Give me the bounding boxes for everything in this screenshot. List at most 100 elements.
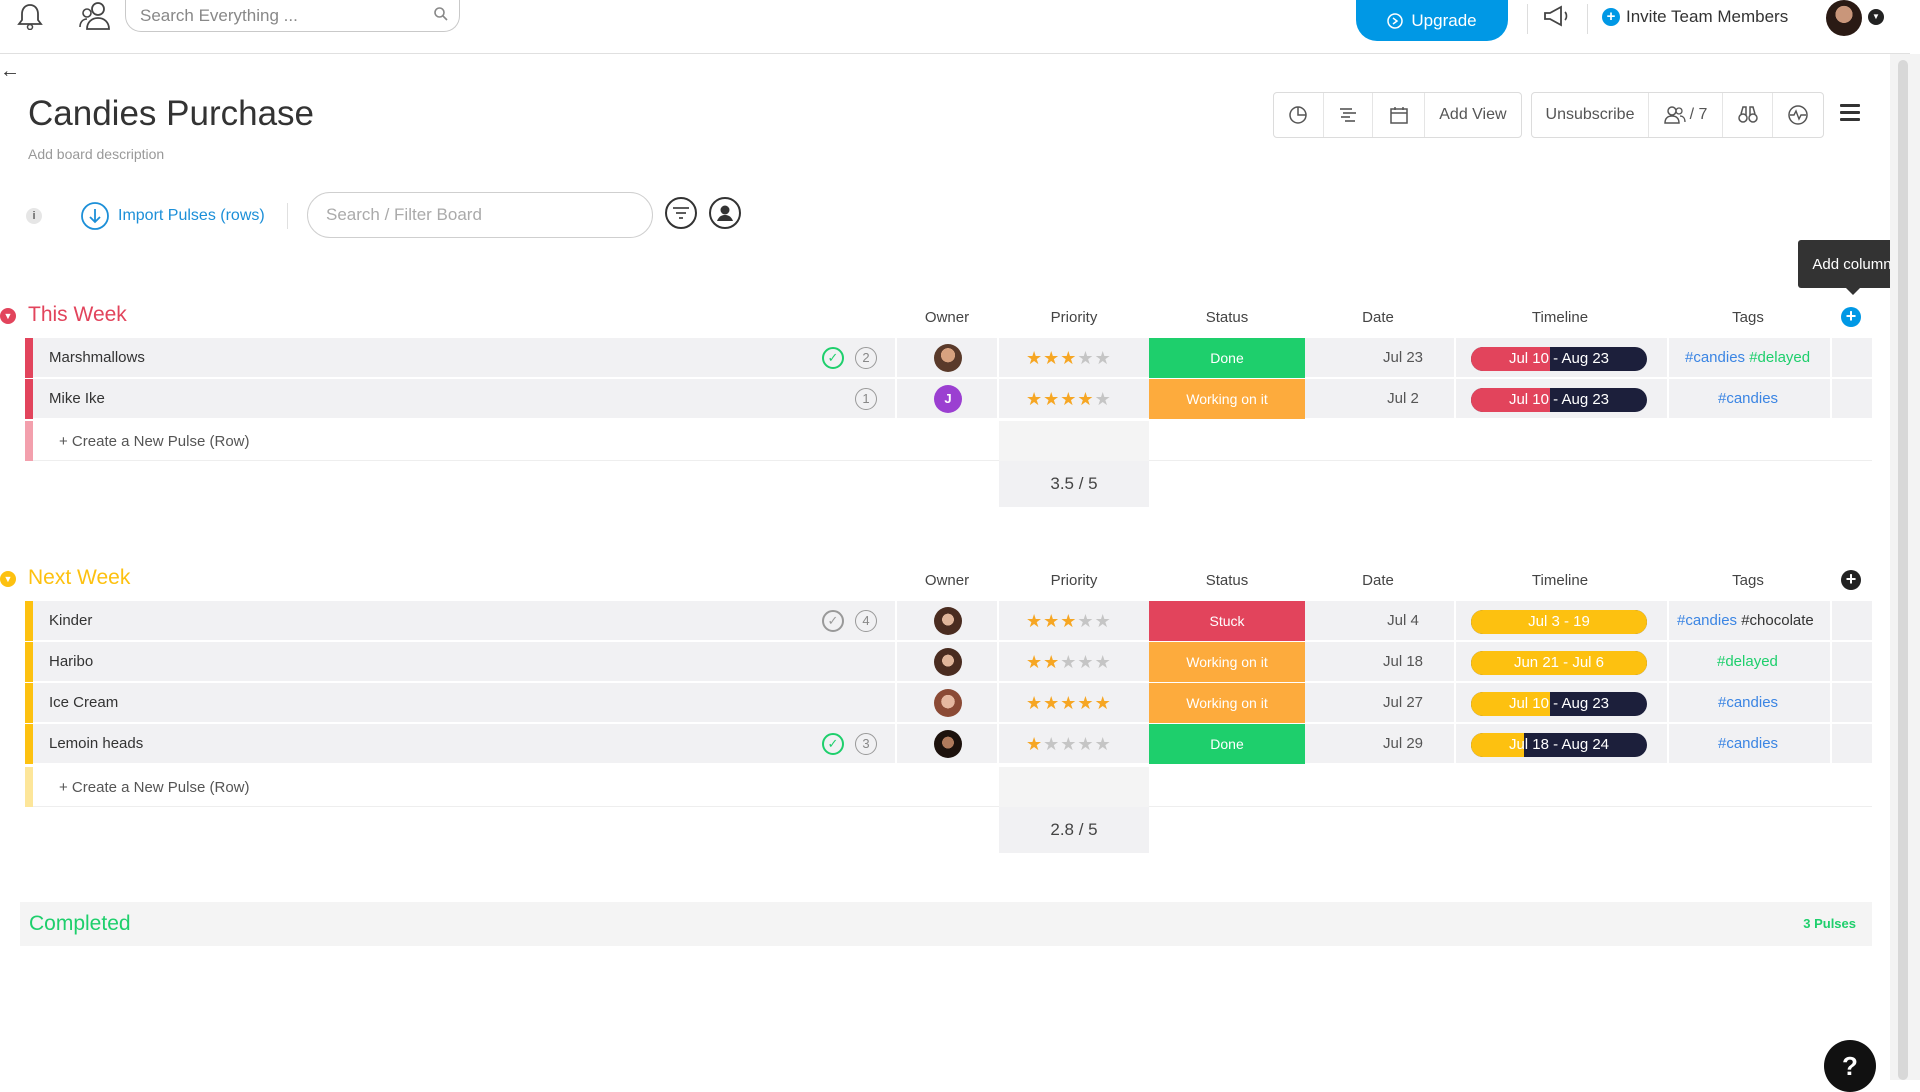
timeline-bar[interactable]: Jul 3 - 19 bbox=[1471, 610, 1647, 634]
column-header-owner[interactable]: Owner bbox=[912, 572, 982, 589]
tags-cell[interactable]: #candies bbox=[1718, 694, 1778, 711]
star-icon[interactable]: ★ bbox=[1077, 389, 1094, 409]
table-row[interactable]: Lemoin heads ✓ 3 ★★★★★ Done Jul 29 Jul 1… bbox=[25, 724, 1872, 764]
search-filter-board-input[interactable]: Search / Filter Board bbox=[307, 192, 653, 238]
priority-rating[interactable]: ★★★★★ bbox=[1026, 611, 1112, 632]
team-icon[interactable] bbox=[78, 0, 112, 32]
star-icon[interactable]: ★ bbox=[1060, 348, 1077, 368]
create-pulse-row[interactable]: + Create a New Pulse (Row) bbox=[25, 767, 1872, 807]
group-title[interactable]: Next Week bbox=[28, 566, 130, 590]
priority-rating[interactable]: ★★★★★ bbox=[1026, 348, 1112, 369]
back-arrow-icon[interactable]: ← bbox=[0, 60, 20, 83]
status-cell[interactable]: Done bbox=[1149, 724, 1305, 764]
chevron-down-icon[interactable]: ▼ bbox=[1868, 9, 1884, 25]
star-icon[interactable]: ★ bbox=[1026, 611, 1043, 631]
column-header-status[interactable]: Status bbox=[1177, 572, 1277, 589]
owner-avatar[interactable]: J bbox=[934, 385, 962, 413]
date-cell[interactable]: Jul 2 bbox=[1353, 390, 1453, 407]
timeline-bar[interactable]: Jul 10 - Aug 23 bbox=[1471, 388, 1647, 412]
chevron-down-icon[interactable]: ▼ bbox=[0, 571, 16, 587]
status-cell[interactable]: Stuck bbox=[1149, 601, 1305, 641]
star-icon[interactable]: ★ bbox=[1095, 348, 1112, 368]
star-icon[interactable]: ★ bbox=[1043, 389, 1060, 409]
column-header-tags[interactable]: Tags bbox=[1698, 572, 1798, 589]
column-header-date[interactable]: Date bbox=[1328, 309, 1428, 326]
chart-view-button[interactable] bbox=[1274, 93, 1324, 137]
star-icon[interactable]: ★ bbox=[1077, 693, 1094, 713]
tags-cell[interactable]: #candies bbox=[1718, 735, 1778, 752]
star-icon[interactable]: ★ bbox=[1077, 734, 1094, 754]
unsubscribe-button[interactable]: Unsubscribe bbox=[1532, 93, 1649, 137]
star-icon[interactable]: ★ bbox=[1095, 693, 1112, 713]
updates-count[interactable]: 2 bbox=[855, 347, 877, 369]
timeline-bar[interactable]: Jul 10 - Aug 23 bbox=[1471, 692, 1647, 716]
date-cell[interactable]: Jul 18 bbox=[1353, 653, 1453, 670]
import-pulses-button[interactable]: Import Pulses (rows) bbox=[80, 201, 265, 231]
pulse-name[interactable]: Marshmallows bbox=[49, 349, 145, 366]
priority-rating[interactable]: ★★★★★ bbox=[1026, 693, 1112, 714]
column-header-priority[interactable]: Priority bbox=[1024, 309, 1124, 326]
updates-count[interactable]: 4 bbox=[855, 610, 877, 632]
star-icon[interactable]: ★ bbox=[1043, 652, 1060, 672]
info-icon[interactable]: i bbox=[26, 208, 42, 224]
group-title[interactable]: Completed bbox=[29, 912, 131, 936]
add-view-button[interactable]: Add View bbox=[1425, 93, 1521, 137]
star-icon[interactable]: ★ bbox=[1026, 389, 1043, 409]
star-icon[interactable]: ★ bbox=[1095, 611, 1112, 631]
owner-avatar[interactable] bbox=[934, 607, 962, 635]
star-icon[interactable]: ★ bbox=[1077, 611, 1094, 631]
star-icon[interactable]: ★ bbox=[1060, 611, 1077, 631]
star-icon[interactable]: ★ bbox=[1026, 348, 1043, 368]
pulse-name[interactable]: Haribo bbox=[49, 653, 93, 670]
date-cell[interactable]: Jul 23 bbox=[1353, 349, 1453, 366]
add-column-button[interactable]: + bbox=[1841, 307, 1861, 327]
tag[interactable]: #chocolate bbox=[1741, 612, 1814, 629]
group-title[interactable]: This Week bbox=[28, 303, 127, 327]
star-icon[interactable]: ★ bbox=[1060, 389, 1077, 409]
tag[interactable]: #candies bbox=[1718, 735, 1778, 752]
tag[interactable]: #delayed bbox=[1749, 349, 1810, 366]
star-icon[interactable]: ★ bbox=[1043, 348, 1060, 368]
star-icon[interactable]: ★ bbox=[1026, 734, 1043, 754]
star-icon[interactable]: ★ bbox=[1043, 611, 1060, 631]
create-pulse-label[interactable]: + Create a New Pulse (Row) bbox=[59, 433, 250, 450]
star-icon[interactable]: ★ bbox=[1043, 734, 1060, 754]
table-row[interactable]: Ice Cream ★★★★★ Working on it Jul 27 Jul… bbox=[25, 683, 1872, 723]
menu-icon[interactable] bbox=[1840, 104, 1860, 125]
pulse-name[interactable]: Lemoin heads bbox=[49, 735, 143, 752]
scrollbar-thumb[interactable] bbox=[1898, 60, 1908, 1080]
table-row[interactable]: Marshmallows ✓ 2 ★★★★★ Done Jul 23 Jul 1… bbox=[25, 338, 1872, 378]
star-icon[interactable]: ★ bbox=[1095, 652, 1112, 672]
announcement-icon[interactable] bbox=[1540, 0, 1572, 32]
column-header-timeline[interactable]: Timeline bbox=[1510, 309, 1610, 326]
search-everything-input[interactable]: Search Everything ... bbox=[125, 0, 460, 32]
priority-rating[interactable]: ★★★★★ bbox=[1026, 734, 1112, 755]
filter-icon[interactable] bbox=[665, 197, 697, 229]
star-icon[interactable]: ★ bbox=[1077, 652, 1094, 672]
timeline-view-button[interactable] bbox=[1324, 93, 1374, 137]
tags-cell[interactable]: #candies #chocolate bbox=[1677, 612, 1814, 629]
chevron-down-icon[interactable]: ▼ bbox=[0, 308, 16, 324]
tags-cell[interactable]: #candies bbox=[1718, 390, 1778, 407]
tag[interactable]: #candies bbox=[1677, 612, 1737, 629]
column-header-timeline[interactable]: Timeline bbox=[1510, 572, 1610, 589]
star-icon[interactable]: ★ bbox=[1026, 652, 1043, 672]
star-icon[interactable]: ★ bbox=[1060, 652, 1077, 672]
pulse-name[interactable]: Ice Cream bbox=[49, 694, 118, 711]
timeline-bar[interactable]: Jul 10 - Aug 23 bbox=[1471, 347, 1647, 371]
tag[interactable]: #candies bbox=[1718, 390, 1778, 407]
owner-avatar[interactable] bbox=[934, 730, 962, 758]
status-cell[interactable]: Working on it bbox=[1149, 379, 1305, 419]
column-header-owner[interactable]: Owner bbox=[912, 309, 982, 326]
activity-button[interactable] bbox=[1773, 93, 1823, 137]
column-header-status[interactable]: Status bbox=[1177, 309, 1277, 326]
check-icon[interactable]: ✓ bbox=[822, 610, 844, 632]
person-filter-icon[interactable] bbox=[709, 197, 741, 229]
help-button[interactable]: ? bbox=[1824, 1040, 1876, 1092]
star-icon[interactable]: ★ bbox=[1060, 734, 1077, 754]
user-avatar[interactable] bbox=[1826, 0, 1862, 36]
star-icon[interactable]: ★ bbox=[1077, 348, 1094, 368]
column-header-priority[interactable]: Priority bbox=[1024, 572, 1124, 589]
bell-icon[interactable] bbox=[14, 0, 46, 32]
calendar-view-button[interactable] bbox=[1373, 93, 1425, 137]
